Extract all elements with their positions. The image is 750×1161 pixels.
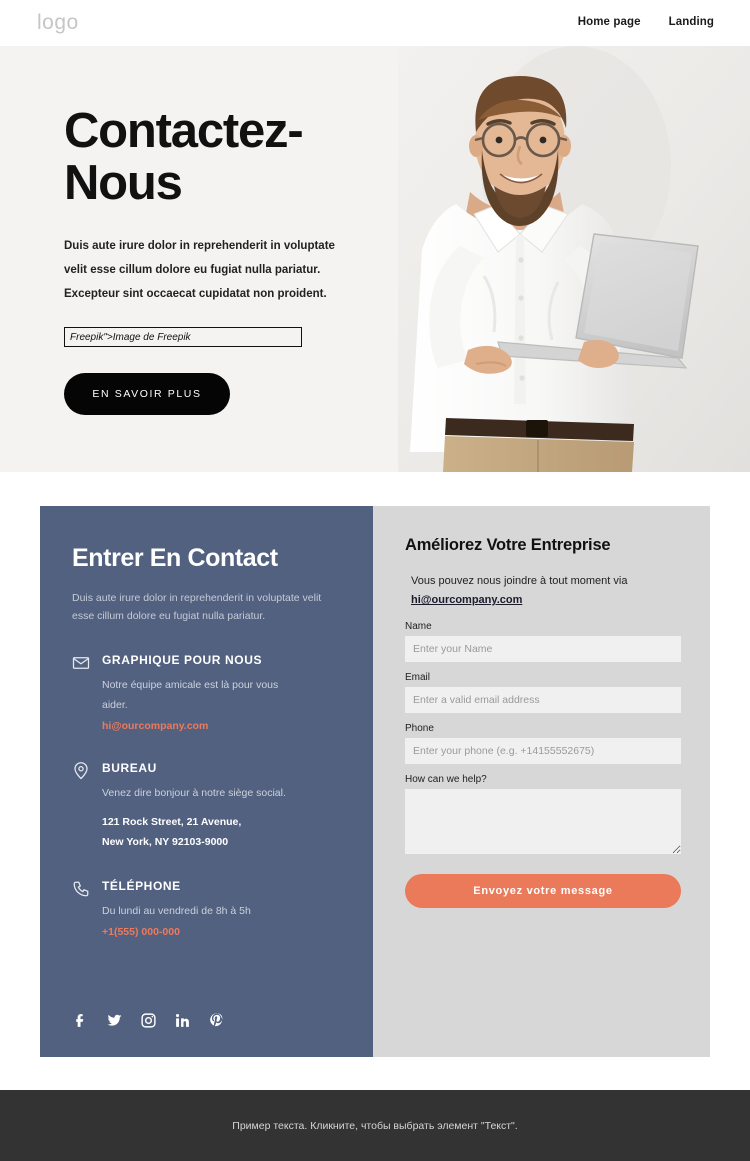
contact-info-panel: Entrer En Contact Duis aute irure dolor … [40, 506, 373, 1057]
contact-phone-link[interactable]: +1(555) 000-000 [102, 926, 180, 938]
phone-input[interactable] [405, 737, 681, 764]
footer-text: Пример текста. Кликните, чтобы выбрать э… [232, 1119, 518, 1132]
contact-form-intro-text: Vous pouvez nous joindre à tout moment v… [411, 575, 628, 587]
social-links [72, 1012, 225, 1029]
contact-block-office-heading: BUREAU [102, 760, 157, 775]
phone-icon [72, 880, 90, 898]
contact-info-subtitle-line-2: esse cillum dolore eu fugiat nulla paria… [72, 610, 266, 623]
page-root: logo Home page Landing Contactez- Nous D… [0, 0, 750, 1161]
contact-block-office-line-1: Venez dire bonjour à notre siège social. [102, 786, 286, 799]
contact-block-email-line-2: aider. [102, 698, 128, 711]
form-field-phone: Phone [405, 722, 681, 764]
contact-block-phone-text: Du lundi au vendredi de 8h à 5h [102, 902, 341, 922]
hero-paragraph-line-1: Duis aute irure dolor in reprehenderit i… [64, 239, 335, 252]
contact-form-title: Améliorez Votre Entreprise [405, 536, 611, 554]
contact-email-link[interactable]: hi@ourcompany.com [102, 720, 208, 732]
hero-paragraph-line-2: velit esse cillum dolore eu fugiat nulla… [64, 264, 321, 277]
contact-block-office-text: Venez dire bonjour à notre siège social. [102, 784, 341, 804]
contact-section: Entrer En Contact Duis aute irure dolor … [40, 506, 710, 1057]
nav-link-landing[interactable]: Landing [669, 16, 714, 28]
learn-more-button[interactable]: EN SAVOIR PLUS [64, 373, 230, 416]
main-nav: Home page Landing [578, 16, 714, 28]
contact-block-office: BUREAU Venez dire bonjour à notre siège … [72, 761, 341, 853]
form-label-phone: Phone [405, 722, 434, 734]
form-field-name: Name [405, 620, 681, 662]
site-footer: Пример текста. Кликните, чтобы выбрать э… [0, 1090, 750, 1161]
pinterest-icon[interactable] [208, 1012, 225, 1029]
contact-form-panel: Améliorez Votre Entreprise Vous pouvez n… [373, 506, 710, 1057]
email-input[interactable] [405, 686, 681, 713]
nav-link-home-page[interactable]: Home page [578, 16, 641, 28]
send-message-button[interactable]: Envoyez votre message [405, 873, 681, 908]
contact-block-phone-line-1: Du lundi au vendredi de 8h à 5h [102, 905, 251, 918]
message-textarea[interactable] [405, 788, 681, 854]
form-label-message: How can we help? [405, 773, 487, 785]
page-title: Contactez- Nous [64, 104, 394, 210]
form-field-email: Email [405, 671, 681, 713]
contact-form-intro-email-link[interactable]: hi@ourcompany.com [411, 594, 522, 606]
contact-block-email-heading: GRAPHIQUE POUR NOUS [102, 652, 263, 667]
twitter-icon[interactable] [106, 1012, 123, 1029]
hero-title-line-1: Contactez- [64, 104, 304, 158]
hero-section: Contactez- Nous Duis aute irure dolor in… [0, 46, 750, 472]
site-header: logo Home page Landing [0, 0, 750, 46]
facebook-icon[interactable] [72, 1012, 89, 1029]
contact-block-phone-heading: TÉLÉPHONE [102, 879, 181, 894]
businessman-photo-illustration [398, 46, 750, 472]
contact-info-subtitle-line-1: Duis aute irure dolor in reprehenderit i… [72, 592, 322, 604]
hero-content: Contactez- Nous Duis aute irure dolor in… [64, 104, 394, 416]
contact-info-title: Entrer En Contact [72, 544, 278, 572]
hero-paragraph-line-3: Excepteur sint occaecat cupidatat non pr… [64, 288, 327, 301]
linkedin-icon[interactable] [174, 1012, 191, 1029]
contact-address-line-1: 121 Rock Street, 21 Avenue, [102, 815, 242, 828]
hero-title-line-2: Nous [64, 155, 183, 210]
contact-address-line-2: New York, NY 92103-9000 [102, 835, 229, 848]
contact-block-phone: TÉLÉPHONE Du lundi au vendredi de 8h à 5… [72, 879, 341, 940]
map-pin-icon [72, 761, 90, 780]
contact-block-office-address: 121 Rock Street, 21 Avenue, New York, NY… [102, 813, 341, 853]
contact-block-email-text: Notre équipe amicale est là pour vous ai… [102, 676, 341, 716]
contact-form-intro: Vous pouvez nous joindre à tout moment v… [405, 572, 680, 611]
form-label-email: Email [405, 671, 431, 683]
contact-block-email: GRAPHIQUE POUR NOUS Notre équipe amicale… [72, 653, 341, 734]
hero-paragraph: Duis aute irure dolor in reprehenderit i… [64, 234, 394, 306]
logo[interactable]: logo [37, 11, 79, 35]
contact-info-subtitle: Duis aute irure dolor in reprehenderit i… [72, 589, 341, 626]
envelope-icon [72, 654, 90, 672]
hero-image [398, 46, 750, 472]
contact-block-email-line-1: Notre équipe amicale est là pour vous [102, 678, 279, 691]
image-credit-box[interactable]: Freepik">Image de Freepik [64, 327, 302, 348]
image-credit-text: Freepik">Image de Freepik [70, 331, 191, 343]
form-field-message: How can we help? [405, 773, 681, 854]
form-label-name: Name [405, 620, 432, 632]
name-input[interactable] [405, 635, 681, 662]
instagram-icon[interactable] [140, 1012, 157, 1029]
